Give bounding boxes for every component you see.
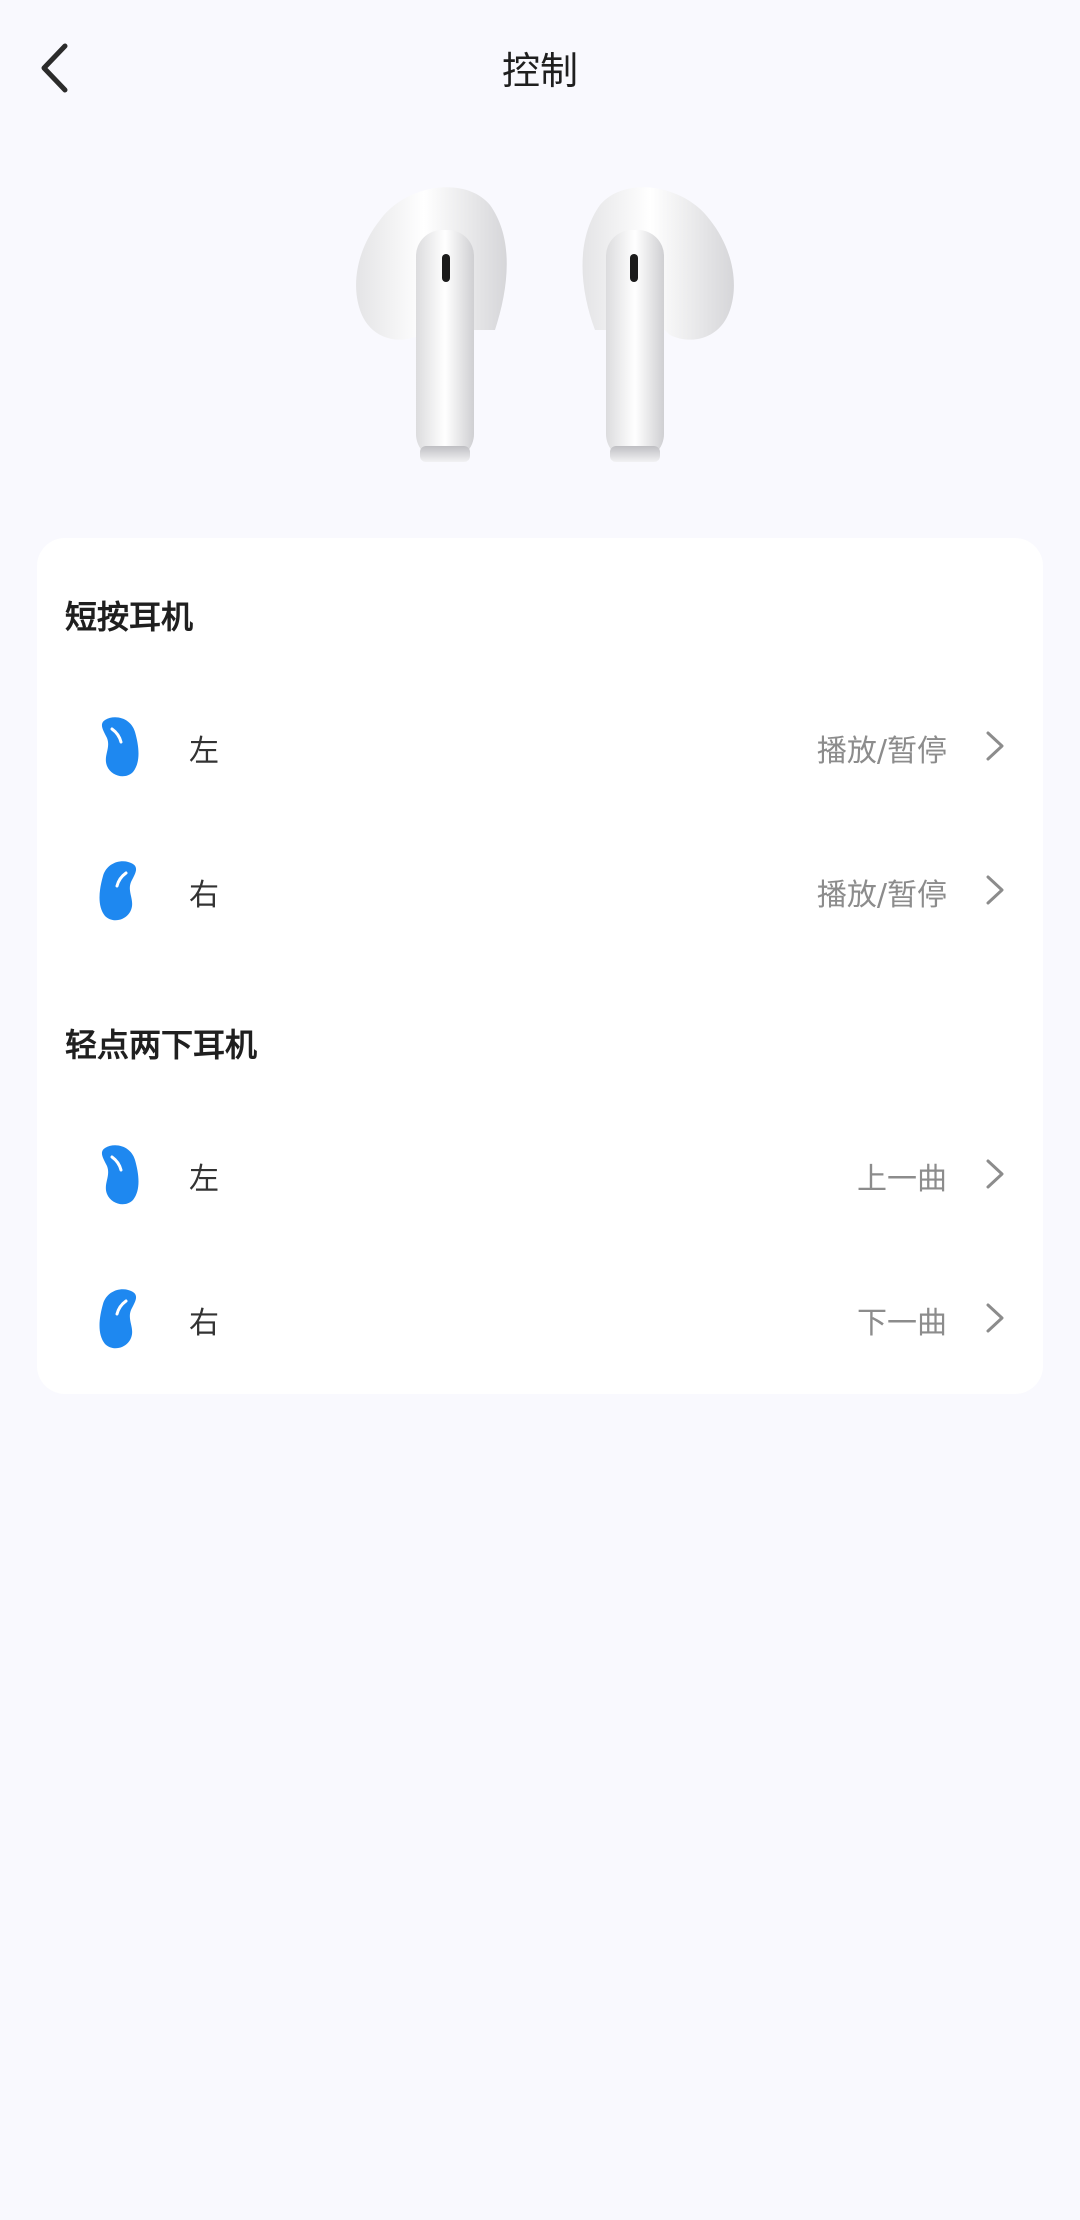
chevron-right-icon	[986, 1303, 1004, 1333]
chevron-right-icon	[986, 875, 1004, 905]
row-action-value: 上一曲	[857, 1162, 947, 1197]
double-tap-right-row[interactable]: 右 下一曲	[37, 1246, 1043, 1390]
row-action-value: 播放/暂停	[816, 734, 947, 769]
right-earbud-icon	[99, 1289, 137, 1349]
short-press-right-row[interactable]: 右 播放/暂停	[37, 818, 1043, 962]
short-press-left-row[interactable]: 左 播放/暂停	[37, 674, 1043, 818]
row-side-label: 右	[189, 878, 219, 913]
section-title-short-press: 短按耳机	[65, 598, 194, 636]
earbuds-product-image	[340, 170, 740, 480]
chevron-right-icon	[986, 1159, 1004, 1189]
right-earbud-icon	[99, 861, 137, 921]
left-earbud-image	[356, 187, 507, 462]
row-side-label: 右	[189, 1306, 219, 1341]
left-earbud-icon	[101, 1145, 139, 1205]
section-title-double-tap: 轻点两下耳机	[65, 1026, 258, 1064]
control-settings-card: 短按耳机 左 播放/暂停 右 播放/暂停 轻点两下耳机 左 上一曲 右 下一曲	[37, 538, 1043, 1394]
row-side-label: 左	[189, 734, 219, 769]
row-side-label: 左	[189, 1162, 219, 1197]
top-app-bar: 控制	[0, 0, 1080, 140]
left-earbud-icon	[101, 717, 139, 777]
double-tap-left-row[interactable]: 左 上一曲	[37, 1102, 1043, 1246]
page-title: 控制	[501, 49, 578, 93]
row-action-value: 下一曲	[857, 1306, 947, 1341]
right-earbud-image	[582, 187, 734, 462]
row-action-value: 播放/暂停	[816, 878, 947, 913]
chevron-right-icon	[986, 731, 1004, 761]
